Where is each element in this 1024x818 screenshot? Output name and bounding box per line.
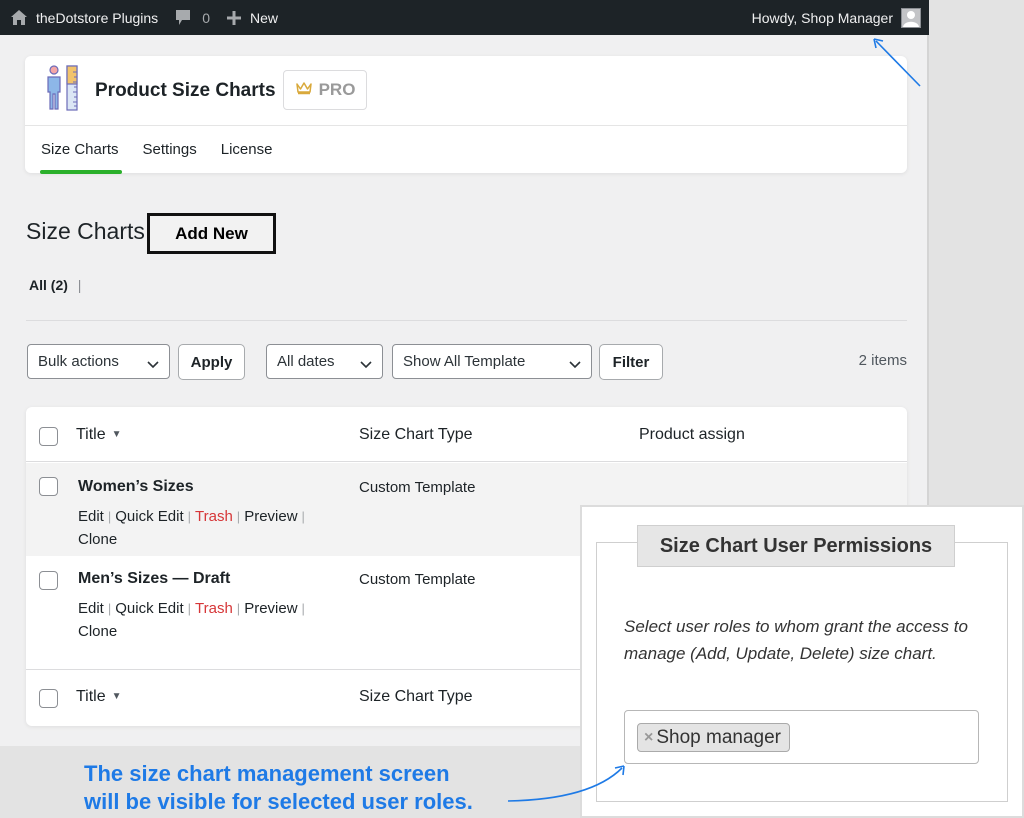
select-all-checkbox[interactable] — [39, 427, 58, 446]
chevron-down-icon — [569, 356, 581, 373]
permissions-card: Size Chart User Permissions Select user … — [580, 505, 1024, 818]
pro-badge[interactable]: PRO — [283, 70, 367, 110]
quick-edit-link[interactable]: Quick Edit — [115, 508, 183, 525]
new-label: New — [249, 9, 278, 26]
chevron-down-icon — [360, 356, 372, 373]
bulk-actions-select[interactable]: Bulk actions — [27, 344, 170, 379]
home-icon — [10, 9, 28, 26]
edit-link[interactable]: Edit — [78, 508, 104, 525]
plugin-title-row: Product Size Charts PRO — [25, 56, 907, 126]
apply-button[interactable]: Apply — [178, 344, 245, 380]
tab-settings[interactable]: Settings — [143, 126, 197, 173]
row-actions: Edit | Quick Edit | Trash | Preview | Clone — [78, 508, 305, 548]
column-title-footer[interactable]: Title ▼ — [76, 688, 122, 706]
quick-edit-link[interactable]: Quick Edit — [115, 600, 183, 617]
user-avatar-icon — [901, 7, 921, 28]
plugin-tabs: Size Charts Settings License — [25, 126, 907, 174]
permissions-description: Select user roles to whom grant the acce… — [624, 617, 968, 663]
annotation-callout: The size chart management screen will be… — [84, 760, 473, 816]
trash-link[interactable]: Trash — [195, 508, 233, 525]
plus-icon — [226, 10, 242, 26]
tablenav: Bulk actions Apply All dates Show All Te… — [27, 344, 907, 380]
remove-tag-icon[interactable]: × — [644, 729, 653, 747]
bulk-actions-value: Bulk actions — [38, 353, 119, 370]
add-new-button[interactable]: Add New — [147, 213, 276, 254]
column-product-assign: Product assign — [639, 426, 745, 443]
column-size-chart-type: Size Chart Type — [359, 426, 473, 443]
trash-link[interactable]: Trash — [195, 600, 233, 617]
site-name: theDotstore Plugins — [36, 9, 159, 26]
comment-bubble-icon — [174, 9, 192, 27]
row-type: Custom Template — [359, 479, 476, 496]
selected-role-label: Shop manager — [656, 726, 781, 748]
column-size-chart-type-footer: Size Chart Type — [359, 688, 473, 705]
template-select[interactable]: Show All Template — [392, 344, 592, 379]
filter-button[interactable]: Filter — [599, 344, 663, 380]
filter-all-link[interactable]: All (2) — [29, 277, 68, 293]
select-all-checkbox-footer[interactable] — [39, 689, 58, 708]
template-value: Show All Template — [403, 353, 526, 370]
edit-link[interactable]: Edit — [78, 600, 104, 617]
row-checkbox[interactable] — [39, 571, 58, 590]
dates-select[interactable]: All dates — [266, 344, 383, 379]
items-count: 2 items — [858, 352, 907, 369]
column-title[interactable]: Title ▼ — [76, 426, 122, 444]
user-roles-select[interactable]: × Shop manager — [624, 710, 979, 764]
tab-size-charts[interactable]: Size Charts — [40, 126, 122, 174]
status-filter: All (2) | — [29, 277, 81, 293]
admin-bar-comments[interactable]: 0 — [166, 0, 218, 35]
chevron-down-icon — [147, 356, 159, 373]
column-title-label: Title — [76, 426, 106, 443]
clone-link[interactable]: Clone — [78, 623, 117, 640]
permissions-legend: Size Chart User Permissions — [637, 525, 955, 567]
comments-count: 0 — [202, 9, 210, 26]
filter-separator: | — [77, 277, 82, 293]
preview-link[interactable]: Preview — [244, 508, 297, 525]
preview-link[interactable]: Preview — [244, 600, 297, 617]
admin-bar-home[interactable]: theDotstore Plugins — [0, 0, 166, 35]
admin-bar: theDotstore Plugins 0 New Howdy, Shop Ma… — [0, 0, 929, 35]
page-title: Size Charts — [26, 218, 145, 244]
admin-bar-account[interactable]: Howdy, Shop Manager — [744, 0, 929, 35]
row-checkbox[interactable] — [39, 477, 58, 496]
admin-bar-new[interactable]: New — [218, 0, 286, 35]
table-header: Title ▼ Size Chart Type Product assign — [26, 407, 907, 462]
divider — [26, 320, 907, 321]
plugin-name: Product Size Charts — [95, 80, 276, 101]
row-actions: Edit | Quick Edit | Trash | Preview | Clone — [78, 600, 305, 640]
callout-line-1: The size chart management screen — [84, 761, 450, 786]
person-ruler-icon — [45, 64, 81, 112]
clone-link[interactable]: Clone — [78, 531, 117, 548]
dates-value: All dates — [277, 353, 335, 370]
plugin-header: Product Size Charts PRO Size Charts Sett… — [25, 56, 907, 174]
sort-down-icon: ▼ — [111, 429, 122, 440]
pro-label: PRO — [318, 80, 356, 99]
greeting: Howdy, Shop Manager — [751, 9, 893, 26]
sort-down-icon: ▼ — [111, 691, 122, 702]
callout-line-2: will be visible for selected user roles. — [84, 789, 473, 814]
tab-license[interactable]: License — [221, 126, 273, 173]
row-title-link[interactable]: Men’s Sizes — Draft — [78, 570, 230, 588]
crown-icon — [295, 80, 319, 100]
column-title-label: Title — [76, 688, 106, 705]
row-type: Custom Template — [359, 571, 476, 588]
row-title-link[interactable]: Women’s Sizes — [78, 478, 194, 496]
selected-role-tag: × Shop manager — [637, 723, 790, 752]
